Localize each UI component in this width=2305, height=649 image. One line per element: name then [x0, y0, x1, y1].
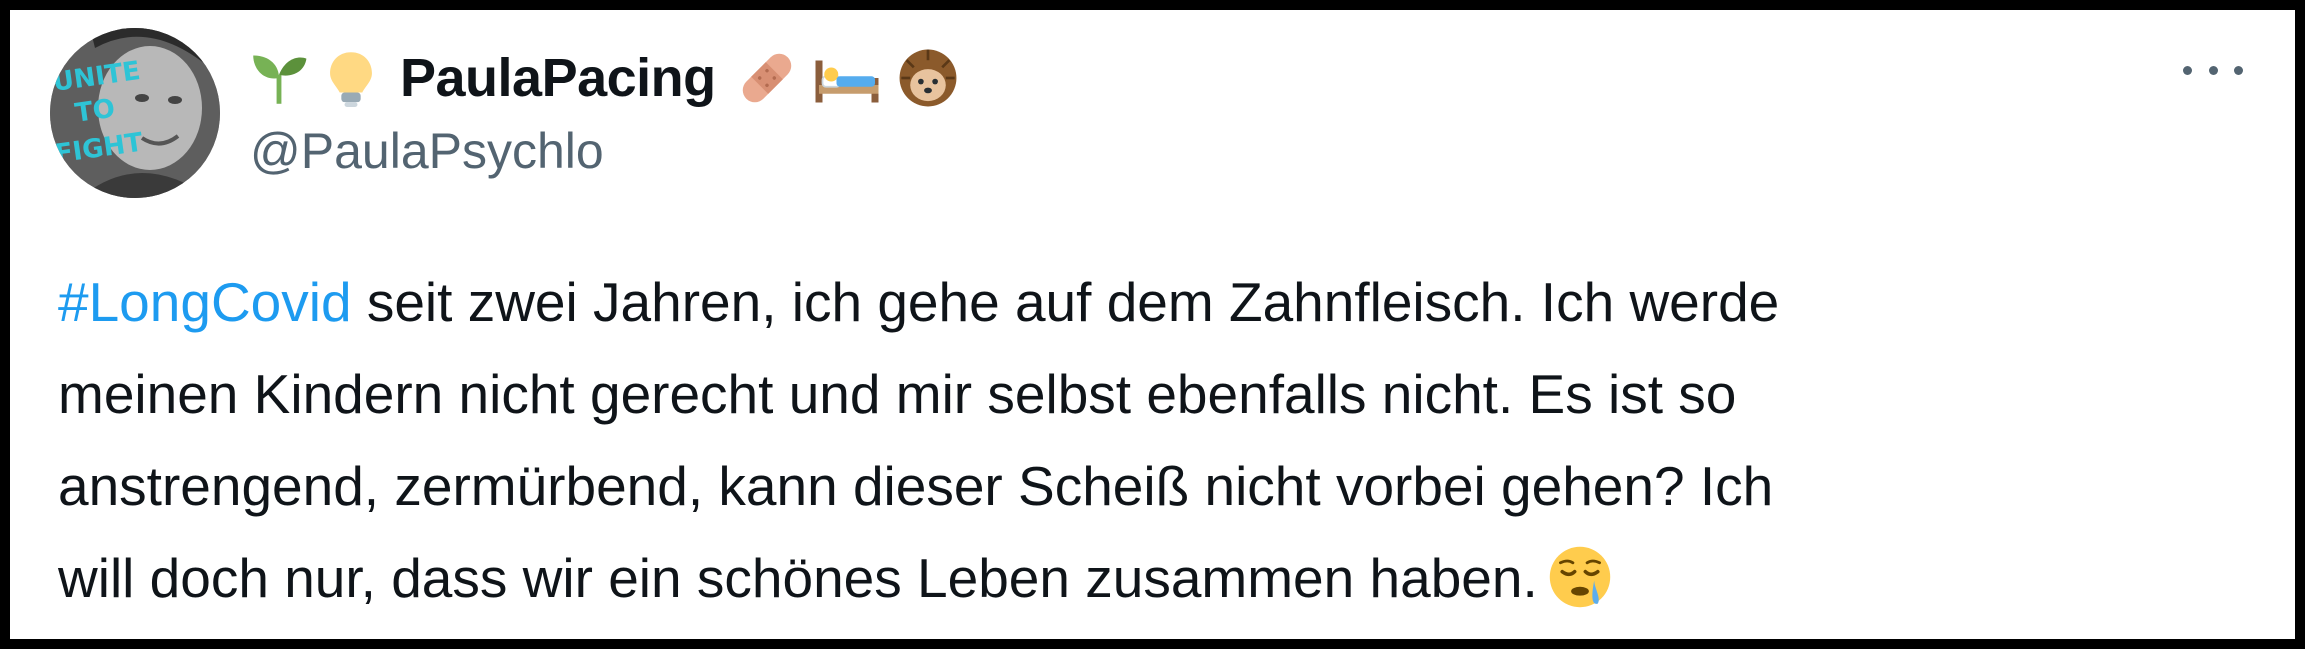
more-horizontal-icon [2183, 65, 2192, 75]
author-name-row[interactable]: PaulaPacing [250, 38, 960, 118]
author-handle[interactable]: @PaulaPsychlo [250, 122, 604, 180]
tweet-line-1: #LongCovid seit zwei Jahren, ich gehe au… [58, 256, 2258, 348]
sleepy-face-icon [1548, 544, 1612, 636]
more-horizontal-icon [2234, 65, 2243, 75]
tweet-text: #LongCovid seit zwei Jahren, ich gehe au… [58, 256, 2258, 636]
bed-icon [812, 49, 882, 107]
tweet-line-2: meinen Kindern nicht gerecht und mir sel… [58, 363, 1737, 425]
adhesive-bandage-icon [736, 47, 798, 109]
hedgehog-icon [896, 46, 960, 110]
tweet-line-1-text: seit zwei Jahren, ich gehe auf dem Zahnf… [351, 271, 1780, 333]
tweet-line-4: will doch nur, dass wir ein schönes Lebe… [58, 532, 2258, 636]
seedling-icon [250, 49, 308, 107]
author-display-name[interactable]: PaulaPacing [400, 47, 716, 109]
more-options-button[interactable] [2183, 50, 2243, 90]
avatar-text-2: TO [73, 94, 117, 129]
tweet-card: UNITE TO FIGHT PaulaPacing @PaulaPsychlo… [0, 0, 2305, 649]
avatar[interactable]: UNITE TO FIGHT [50, 28, 220, 198]
tweet-line-4-text: will doch nur, dass wir ein schönes Lebe… [58, 547, 1538, 609]
lightbulb-icon [322, 49, 380, 107]
more-horizontal-icon [2208, 65, 2218, 75]
tweet-line-3: anstrengend, zermürbend, kann dieser Sch… [58, 455, 1774, 517]
hashtag-link[interactable]: #LongCovid [58, 271, 352, 333]
avatar-image: UNITE TO FIGHT [50, 28, 220, 198]
